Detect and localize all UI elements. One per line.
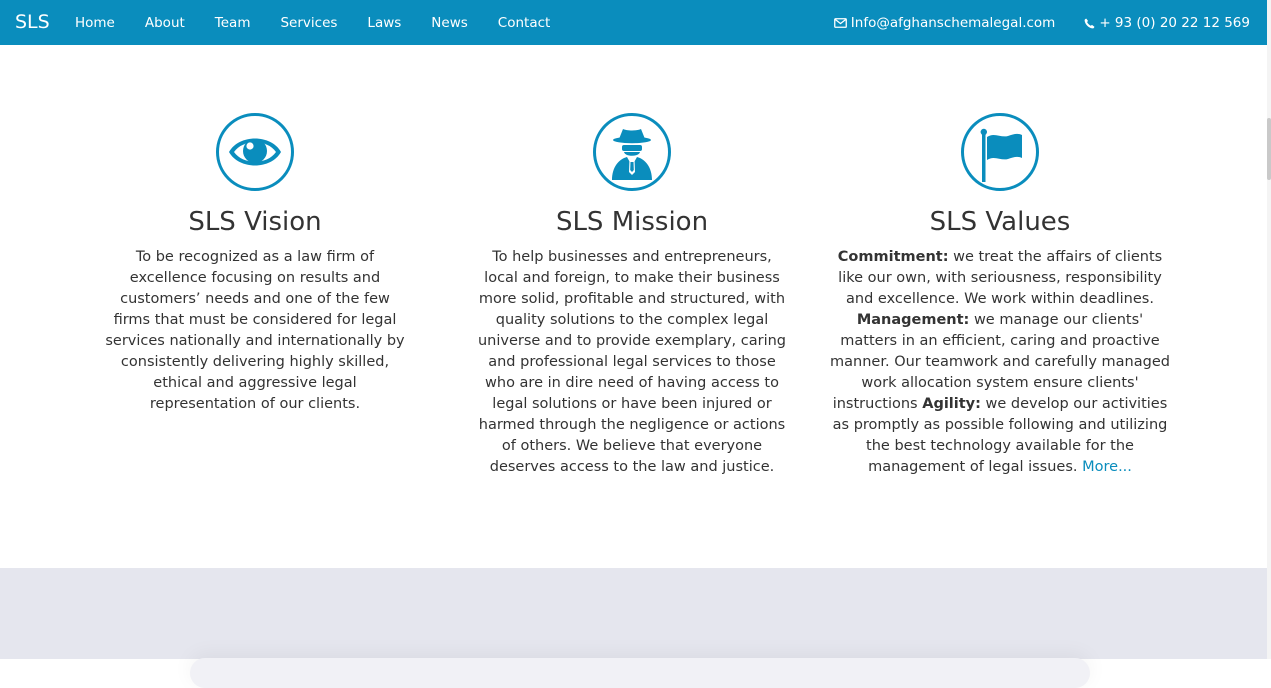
vision-section: SLS Vision To be recognized as a law fir…: [100, 113, 410, 415]
mission-section: SLS Mission To help businesses and entre…: [477, 113, 787, 478]
nav-laws-link[interactable]: Laws: [367, 15, 401, 31]
mission-text: To help businesses and entrepreneurs, lo…: [477, 249, 787, 475]
mission-title: SLS Mission: [555, 207, 709, 237]
main-nav: Home About Team Services Laws News Conta…: [75, 15, 580, 31]
eye-icon: [229, 138, 281, 166]
phone-text: + 93 (0) 20 22 12 569: [1099, 15, 1250, 31]
nav-services-link[interactable]: Services: [280, 15, 337, 31]
nav-about-link[interactable]: About: [145, 15, 185, 31]
top-navbar: SLS Home About Team Services Laws News C…: [0, 0, 1267, 45]
nav-team-link[interactable]: Team: [215, 15, 251, 31]
agility-label: Agility:: [922, 396, 981, 412]
nav-home-link[interactable]: Home: [75, 15, 115, 31]
nav-news-link[interactable]: News: [431, 15, 467, 31]
header-contact-info: Info@afghanschemalegal.com + 93 (0) 20 2…: [833, 15, 1250, 31]
phone-contact[interactable]: + 93 (0) 20 22 12 569: [1084, 15, 1250, 31]
email-contact[interactable]: Info@afghanschemalegal.com: [833, 15, 1056, 31]
vision-title: SLS Vision: [188, 207, 322, 237]
phone-icon: [1084, 18, 1095, 28]
next-section-card: [190, 658, 1090, 688]
nav-contact-link[interactable]: Contact: [498, 15, 551, 31]
management-label: Management:: [856, 312, 970, 328]
commitment-label: Commitment:: [837, 249, 949, 265]
values-section: SLS Values Commitment: we treat the affa…: [830, 113, 1170, 478]
next-section-band: [0, 568, 1267, 688]
values-icon-circle: [961, 113, 1039, 191]
mission-icon-circle: [593, 113, 671, 191]
values-title: SLS Values: [929, 207, 1071, 237]
vision-text: To be recognized as a law firm of excell…: [105, 249, 405, 412]
values-text: Commitment: we treat the affairs of clie…: [830, 247, 1170, 478]
brand-logo[interactable]: SLS: [15, 10, 50, 34]
vision-icon-circle: [216, 113, 294, 191]
envelope-icon: [833, 18, 847, 28]
flag-icon: [980, 128, 1022, 182]
values-more-link[interactable]: More...: [1082, 459, 1132, 475]
scrollbar-thumb[interactable]: [1267, 118, 1271, 180]
spy-icon: [612, 129, 652, 180]
email-text: Info@afghanschemalegal.com: [850, 15, 1056, 31]
page-scrollbar[interactable]: [1267, 0, 1271, 659]
